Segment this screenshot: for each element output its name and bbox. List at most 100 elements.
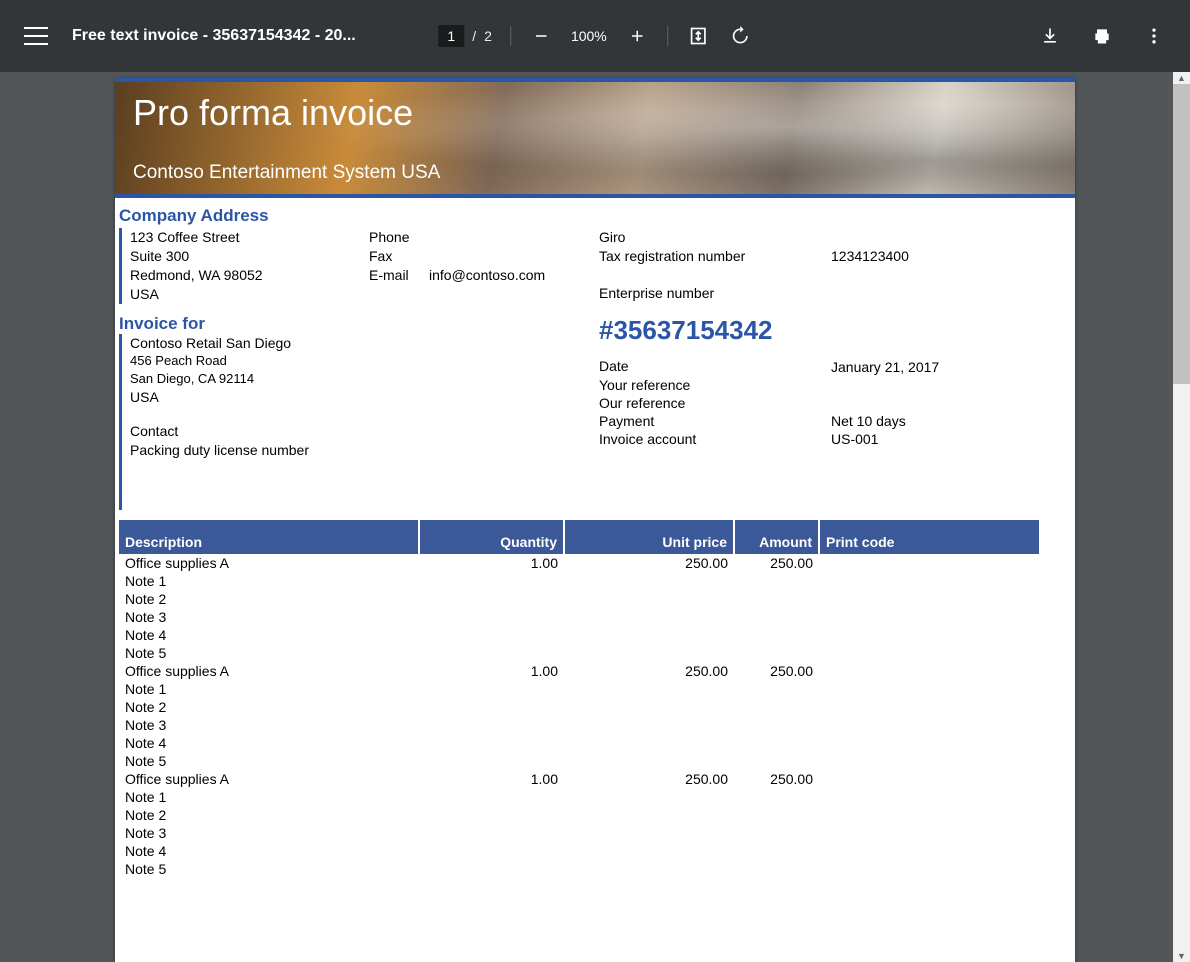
banner-title: Pro forma invoice [133,92,1057,134]
ent-label: Enterprise number [599,284,831,303]
table-row-note: Note 3 [119,716,1039,734]
addr-suite: Suite 300 [130,247,369,266]
document-viewport[interactable]: Pro forma invoice Contoso Entertainment … [0,72,1190,962]
email-value: info@contoso.com [429,266,545,285]
col-desc: Description [119,520,419,554]
cell-qty: 1.00 [419,554,564,572]
document-title: Free text invoice - 35637154342 - 20... [72,27,356,45]
bill-country: USA [130,388,599,407]
page-total: 2 [484,28,492,44]
table-row-note: Note 2 [119,698,1039,716]
cell-note: Note 3 [119,608,1039,626]
table-row-note: Note 5 [119,752,1039,770]
cell-amt: 250.00 [734,662,819,680]
cell-note: Note 2 [119,590,1039,608]
cell-note: Note 4 [119,842,1039,860]
col-qty: Quantity [419,520,564,554]
tax-value: 1234123400 [831,247,1075,266]
scroll-thumb[interactable] [1173,84,1190,384]
more-icon[interactable] [1142,24,1166,48]
zoom-in-icon[interactable] [625,24,649,48]
table-row-note: Note 4 [119,626,1039,644]
table-row-note: Note 3 [119,608,1039,626]
cell-code [819,662,1039,680]
zoom-out-icon[interactable] [529,24,553,48]
cell-note: Note 5 [119,752,1039,770]
cell-note: Note 2 [119,698,1039,716]
header-banner: Pro forma invoice Contoso Entertainment … [115,78,1075,198]
company-heading: Company Address [119,206,1075,226]
menu-icon[interactable] [24,24,48,48]
line-items-table: Description Quantity Unit price Amount P… [119,520,1039,878]
page-indicator: / 2 [438,25,492,47]
cell-unit: 250.00 [564,662,734,680]
cell-note: Note 5 [119,644,1039,662]
cell-desc: Office supplies A [119,770,419,788]
company-address: 123 Coffee Street Suite 300 Redmond, WA … [119,228,369,304]
cell-code [819,554,1039,572]
cell-desc: Office supplies A [119,662,419,680]
cell-note: Note 5 [119,860,1039,878]
table-row-note: Note 1 [119,572,1039,590]
table-row-note: Note 4 [119,842,1039,860]
download-icon[interactable] [1038,24,1062,48]
table-row-note: Note 1 [119,788,1039,806]
scroll-up-icon[interactable]: ▲ [1173,72,1190,84]
scrollbar[interactable]: ▲ ▼ [1173,72,1190,962]
separator [667,26,668,46]
giro-label: Giro [599,228,831,247]
bill-name: Contoso Retail San Diego [130,334,599,353]
addr-citystate: Redmond, WA 98052 [130,266,369,285]
cell-unit: 250.00 [564,554,734,572]
cell-qty: 1.00 [419,770,564,788]
pdf-page: Pro forma invoice Contoso Entertainment … [115,78,1075,962]
fit-page-icon[interactable] [686,24,710,48]
cell-note: Note 1 [119,680,1039,698]
scroll-down-icon[interactable]: ▼ [1173,950,1190,962]
table-row-note: Note 2 [119,806,1039,824]
phone-label: Phone [369,228,599,247]
date-label: Date [599,357,831,375]
cell-code [819,770,1039,788]
cell-note: Note 4 [119,734,1039,752]
page-slash: / [472,28,476,44]
page-input[interactable] [438,25,464,47]
invoice-for-heading: Invoice for [119,314,599,334]
cell-desc: Office supplies A [119,554,419,572]
cell-note: Note 3 [119,824,1039,842]
cell-note: Note 2 [119,806,1039,824]
table-row: Office supplies A1.00250.00250.00 [119,770,1039,788]
email-label: E-mail [369,266,429,285]
table-row: Office supplies A1.00250.00250.00 [119,662,1039,680]
bill-street: 456 Peach Road [130,352,599,370]
company-contact: Phone Fax E-mailinfo@contoso.com [369,228,599,304]
cell-unit: 250.00 [564,770,734,788]
packing-label: Packing duty license number [130,441,599,460]
cell-note: Note 1 [119,572,1039,590]
col-amt: Amount [734,520,819,554]
cell-amt: 250.00 [734,554,819,572]
table-row-note: Note 4 [119,734,1039,752]
table-row-note: Note 2 [119,590,1039,608]
col-code: Print code [819,520,1039,554]
acct-value: US-001 [831,430,1075,448]
table-row-note: Note 5 [119,644,1039,662]
col-unit: Unit price [564,520,734,554]
table-row-note: Note 3 [119,824,1039,842]
table-row-note: Note 5 [119,860,1039,878]
zoom-level: 100% [571,28,607,44]
print-icon[interactable] [1090,24,1114,48]
company-values: 1234123400 [831,228,1075,304]
banner-subtitle: Contoso Entertainment System USA [133,162,1057,184]
addr-country: USA [130,285,369,304]
fax-label: Fax [369,247,599,266]
tax-label: Tax registration number [599,247,831,266]
acct-label: Invoice account [599,430,831,448]
payment-value: Net 10 days [831,412,1075,430]
rotate-icon[interactable] [728,24,752,48]
date-value: January 21, 2017 [831,358,1075,376]
pdf-toolbar: Free text invoice - 35637154342 - 20... … [0,0,1190,72]
cell-amt: 250.00 [734,770,819,788]
cell-qty: 1.00 [419,662,564,680]
cell-note: Note 3 [119,716,1039,734]
